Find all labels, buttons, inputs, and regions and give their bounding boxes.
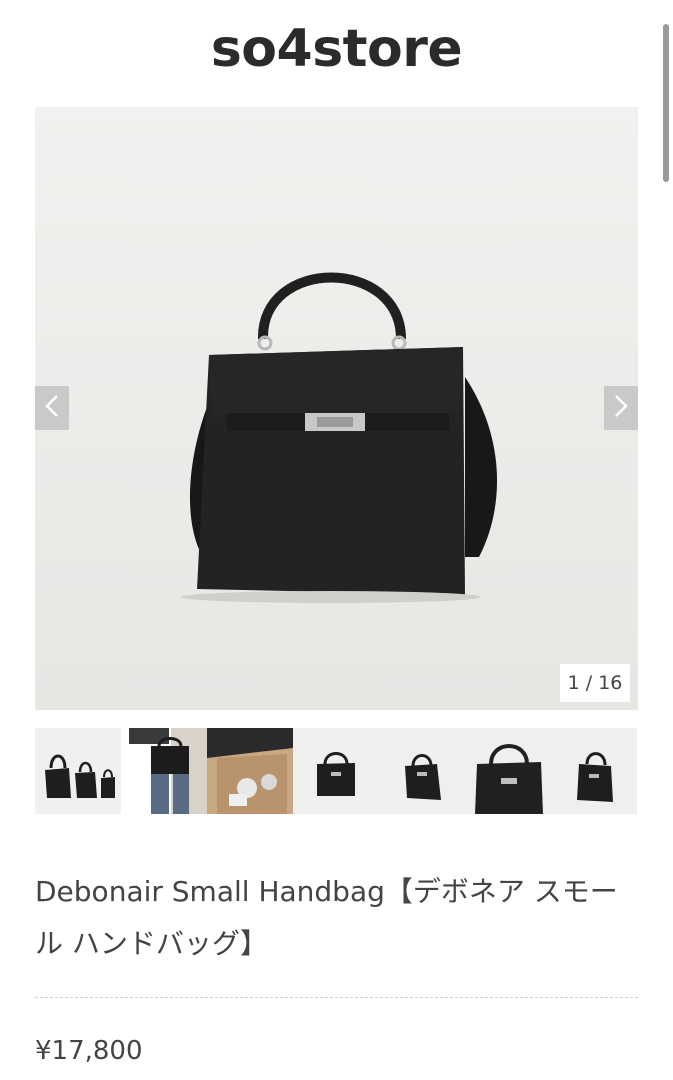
divider (35, 997, 638, 998)
thumbnail-5[interactable] (379, 728, 465, 814)
thumbnail-strip (35, 728, 638, 814)
store-title[interactable]: so4store (0, 14, 673, 84)
next-image-button[interactable] (604, 386, 638, 430)
product-price: ¥17,800 (35, 1036, 143, 1066)
product-title: Debonair Small Handbag【デボネア スモール ハンドバッグ】 (35, 875, 618, 960)
thumbnail-4[interactable] (293, 728, 379, 814)
scrollbar[interactable] (663, 24, 669, 182)
prev-image-button[interactable] (35, 386, 69, 430)
thumbnail-6[interactable] (465, 728, 551, 814)
thumbnail-7[interactable] (551, 728, 637, 814)
image-counter: 1 / 16 (560, 664, 630, 702)
thumbnail-2[interactable] (121, 728, 207, 814)
chevron-left-icon (45, 394, 59, 422)
product-main-image[interactable] (35, 107, 638, 710)
thumbnail-1[interactable] (35, 728, 121, 814)
chevron-right-icon (614, 394, 628, 422)
thumbnail-3[interactable] (207, 728, 293, 814)
